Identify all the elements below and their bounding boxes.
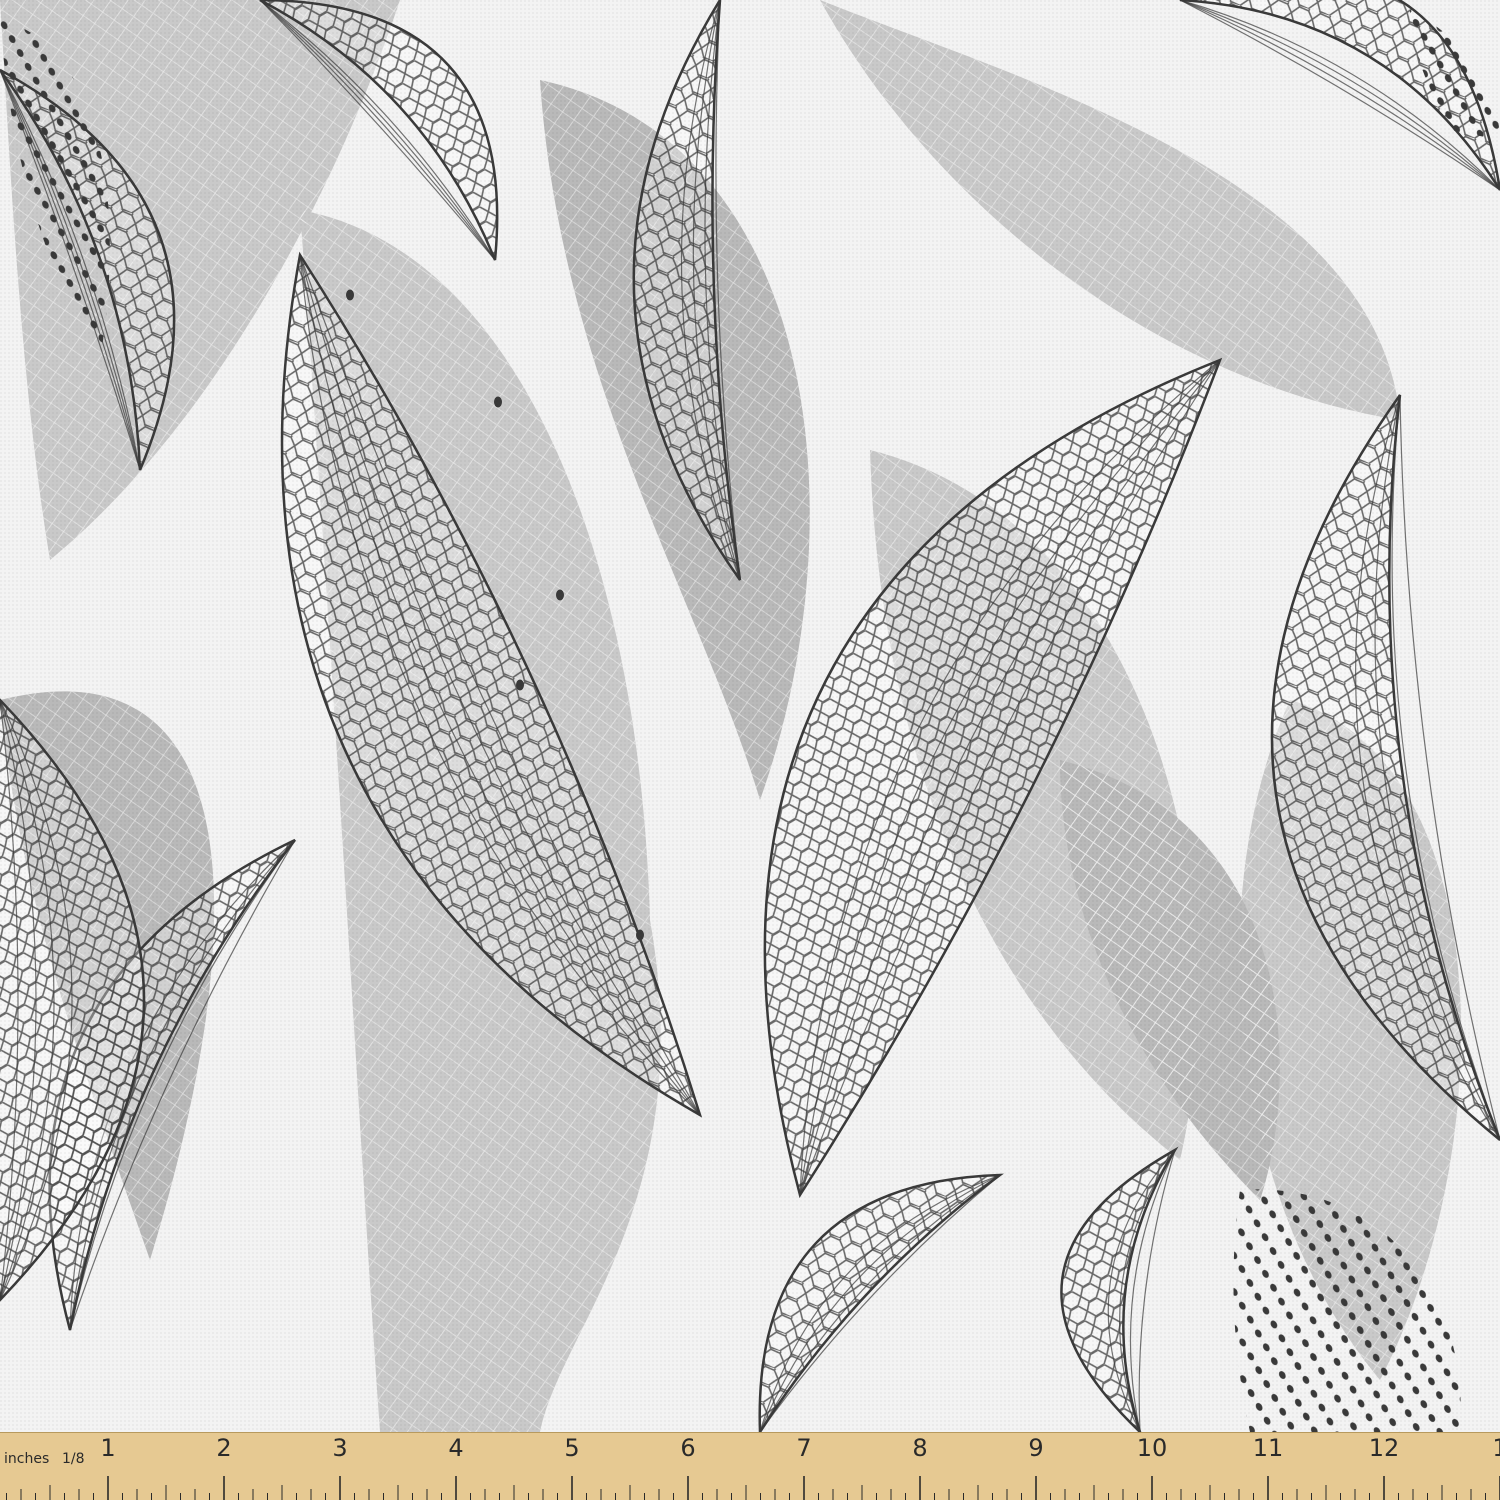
ruler-number: 4 <box>448 1434 463 1462</box>
ruler-number: 2 <box>216 1434 231 1462</box>
fabric-swatch: 1234567891011121 inches 1/8 <box>0 0 1500 1500</box>
leaf-pattern <box>0 0 1500 1432</box>
ruler-number: 1 <box>100 1434 115 1462</box>
ruler-number: 1 <box>1492 1434 1500 1462</box>
ruler-number: 3 <box>332 1434 347 1462</box>
ruler-number: 6 <box>680 1434 695 1462</box>
ruler-unit-label: inches <box>4 1451 49 1467</box>
ruler-number: 7 <box>796 1434 811 1462</box>
ruler-number: 11 <box>1253 1434 1284 1462</box>
ruler-number: 9 <box>1028 1434 1043 1462</box>
ruler-number: 12 <box>1369 1434 1400 1462</box>
ruler-fraction-label: 1/8 <box>62 1451 85 1467</box>
measuring-ruler: 1234567891011121 inches 1/8 <box>0 1432 1500 1500</box>
ruler-number: 5 <box>564 1434 579 1462</box>
ruler-number: 10 <box>1137 1434 1168 1462</box>
ruler-number: 8 <box>912 1434 927 1462</box>
